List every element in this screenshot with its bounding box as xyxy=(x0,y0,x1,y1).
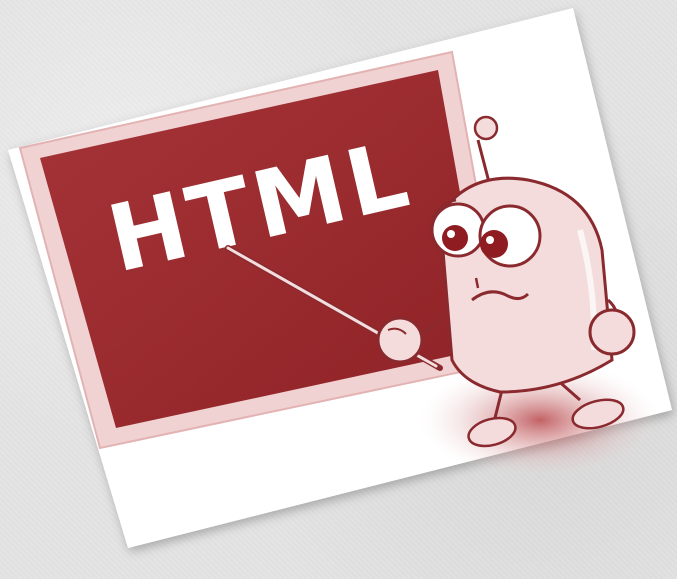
illustration-svg: HTML xyxy=(8,8,672,548)
illustration-stage: HTML xyxy=(0,0,677,579)
